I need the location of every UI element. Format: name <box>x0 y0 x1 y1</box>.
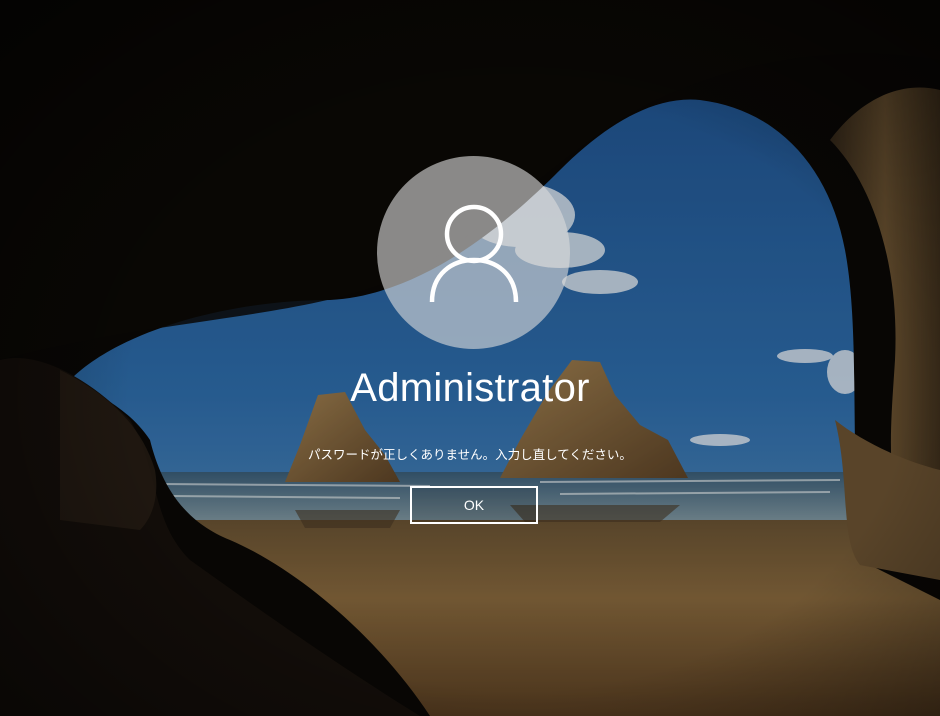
user-avatar <box>377 156 570 349</box>
user-icon <box>429 204 518 302</box>
login-panel: Administrator パスワードが正しくありません。入力し直してください。… <box>0 0 940 716</box>
ok-button[interactable]: OK <box>410 486 538 524</box>
error-message: パスワードが正しくありません。入力し直してください。 <box>308 447 632 462</box>
username-label: Administrator <box>350 366 590 410</box>
